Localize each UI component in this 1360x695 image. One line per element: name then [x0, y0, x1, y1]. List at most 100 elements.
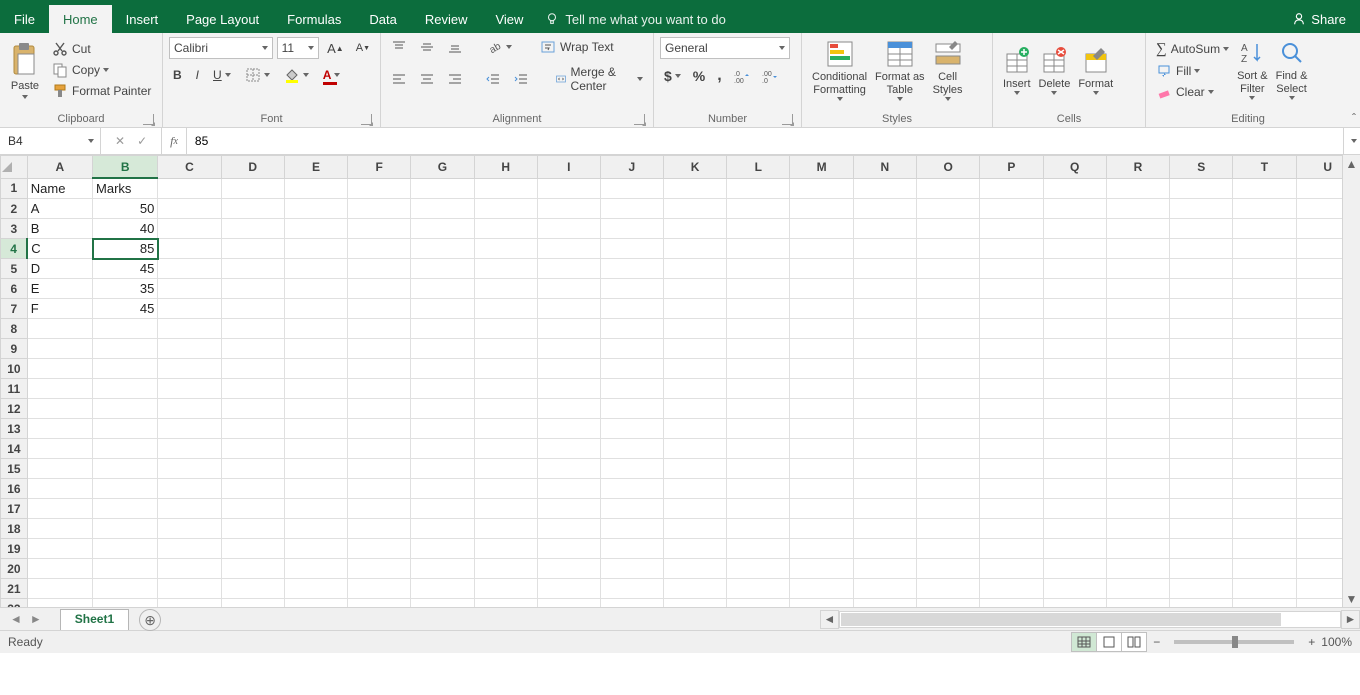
cell-P5[interactable] — [980, 259, 1043, 279]
cell-P20[interactable] — [980, 559, 1043, 579]
number-format-combo[interactable]: General — [660, 37, 790, 59]
cell-F13[interactable] — [348, 419, 411, 439]
cell-T4[interactable] — [1233, 239, 1296, 259]
cell-F3[interactable] — [348, 219, 411, 239]
cell-D7[interactable] — [221, 299, 284, 319]
cell-B17[interactable] — [93, 499, 158, 519]
cell-K7[interactable] — [663, 299, 726, 319]
clear-button[interactable]: Clear — [1152, 82, 1233, 102]
cell-D8[interactable] — [221, 319, 284, 339]
row-header-13[interactable]: 13 — [1, 419, 28, 439]
cell-T22[interactable] — [1233, 599, 1296, 608]
cell-N12[interactable] — [853, 399, 916, 419]
cell-R1[interactable] — [1106, 178, 1169, 199]
cell-M3[interactable] — [790, 219, 853, 239]
tell-me[interactable]: Tell me what you want to do — [545, 5, 725, 33]
cell-G21[interactable] — [411, 579, 474, 599]
cell-O1[interactable] — [917, 178, 980, 199]
alignment-dialog-launcher[interactable] — [634, 114, 645, 125]
cell-F11[interactable] — [348, 379, 411, 399]
cell-O3[interactable] — [917, 219, 980, 239]
cell-S18[interactable] — [1170, 519, 1233, 539]
cell-C9[interactable] — [158, 339, 221, 359]
cell-N6[interactable] — [853, 279, 916, 299]
cell-P2[interactable] — [980, 199, 1043, 219]
align-bottom-button[interactable] — [443, 37, 467, 57]
column-header-R[interactable]: R — [1106, 156, 1169, 179]
cell-D18[interactable] — [221, 519, 284, 539]
cell-E5[interactable] — [284, 259, 347, 279]
insert-cells-button[interactable]: Insert — [999, 44, 1035, 97]
zoom-out-button[interactable]: − — [1153, 635, 1160, 649]
cell-G22[interactable] — [411, 599, 474, 608]
cell-T8[interactable] — [1233, 319, 1296, 339]
cell-O9[interactable] — [917, 339, 980, 359]
row-header-3[interactable]: 3 — [1, 219, 28, 239]
increase-indent-button[interactable] — [509, 69, 533, 89]
cell-I6[interactable] — [537, 279, 600, 299]
cell-G19[interactable] — [411, 539, 474, 559]
cell-N1[interactable] — [853, 178, 916, 199]
autosum-button[interactable]: ∑AutoSum — [1152, 39, 1233, 60]
cell-T19[interactable] — [1233, 539, 1296, 559]
cell-E14[interactable] — [284, 439, 347, 459]
cell-B2[interactable]: 50 — [93, 199, 158, 219]
cell-I1[interactable] — [537, 178, 600, 199]
cell-S11[interactable] — [1170, 379, 1233, 399]
cell-J18[interactable] — [600, 519, 663, 539]
cell-K8[interactable] — [663, 319, 726, 339]
cell-N16[interactable] — [853, 479, 916, 499]
cell-F12[interactable] — [348, 399, 411, 419]
cell-K4[interactable] — [663, 239, 726, 259]
row-header-1[interactable]: 1 — [1, 178, 28, 199]
cell-L12[interactable] — [727, 399, 790, 419]
cell-R6[interactable] — [1106, 279, 1169, 299]
cell-J10[interactable] — [600, 359, 663, 379]
cell-H7[interactable] — [474, 299, 537, 319]
cell-Q19[interactable] — [1043, 539, 1106, 559]
cell-M20[interactable] — [790, 559, 853, 579]
cell-O19[interactable] — [917, 539, 980, 559]
cell-M4[interactable] — [790, 239, 853, 259]
row-header-12[interactable]: 12 — [1, 399, 28, 419]
cell-E9[interactable] — [284, 339, 347, 359]
cell-B7[interactable]: 45 — [93, 299, 158, 319]
cell-D9[interactable] — [221, 339, 284, 359]
cell-D17[interactable] — [221, 499, 284, 519]
cell-H18[interactable] — [474, 519, 537, 539]
cell-C22[interactable] — [158, 599, 221, 608]
cell-T3[interactable] — [1233, 219, 1296, 239]
cell-F21[interactable] — [348, 579, 411, 599]
cell-Q10[interactable] — [1043, 359, 1106, 379]
cell-I20[interactable] — [537, 559, 600, 579]
cell-N20[interactable] — [853, 559, 916, 579]
cell-R2[interactable] — [1106, 199, 1169, 219]
tab-page-layout[interactable]: Page Layout — [172, 5, 273, 33]
cell-J13[interactable] — [600, 419, 663, 439]
cell-N7[interactable] — [853, 299, 916, 319]
format-painter-button[interactable]: Format Painter — [48, 81, 155, 101]
cell-Q15[interactable] — [1043, 459, 1106, 479]
cell-C14[interactable] — [158, 439, 221, 459]
cell-E12[interactable] — [284, 399, 347, 419]
cell-F6[interactable] — [348, 279, 411, 299]
cell-J4[interactable] — [600, 239, 663, 259]
cell-Q22[interactable] — [1043, 599, 1106, 608]
cell-K10[interactable] — [663, 359, 726, 379]
cell-D21[interactable] — [221, 579, 284, 599]
cell-P13[interactable] — [980, 419, 1043, 439]
cell-F2[interactable] — [348, 199, 411, 219]
tab-file[interactable]: File — [0, 5, 49, 33]
cell-L22[interactable] — [727, 599, 790, 608]
cell-Q17[interactable] — [1043, 499, 1106, 519]
cell-P6[interactable] — [980, 279, 1043, 299]
cell-S10[interactable] — [1170, 359, 1233, 379]
cell-F4[interactable] — [348, 239, 411, 259]
cell-H20[interactable] — [474, 559, 537, 579]
page-layout-view-button[interactable] — [1096, 632, 1122, 652]
zoom-slider[interactable] — [1174, 640, 1294, 644]
expand-formula-bar-button[interactable] — [1343, 128, 1360, 154]
cell-E17[interactable] — [284, 499, 347, 519]
cell-T20[interactable] — [1233, 559, 1296, 579]
cell-F1[interactable] — [348, 178, 411, 199]
